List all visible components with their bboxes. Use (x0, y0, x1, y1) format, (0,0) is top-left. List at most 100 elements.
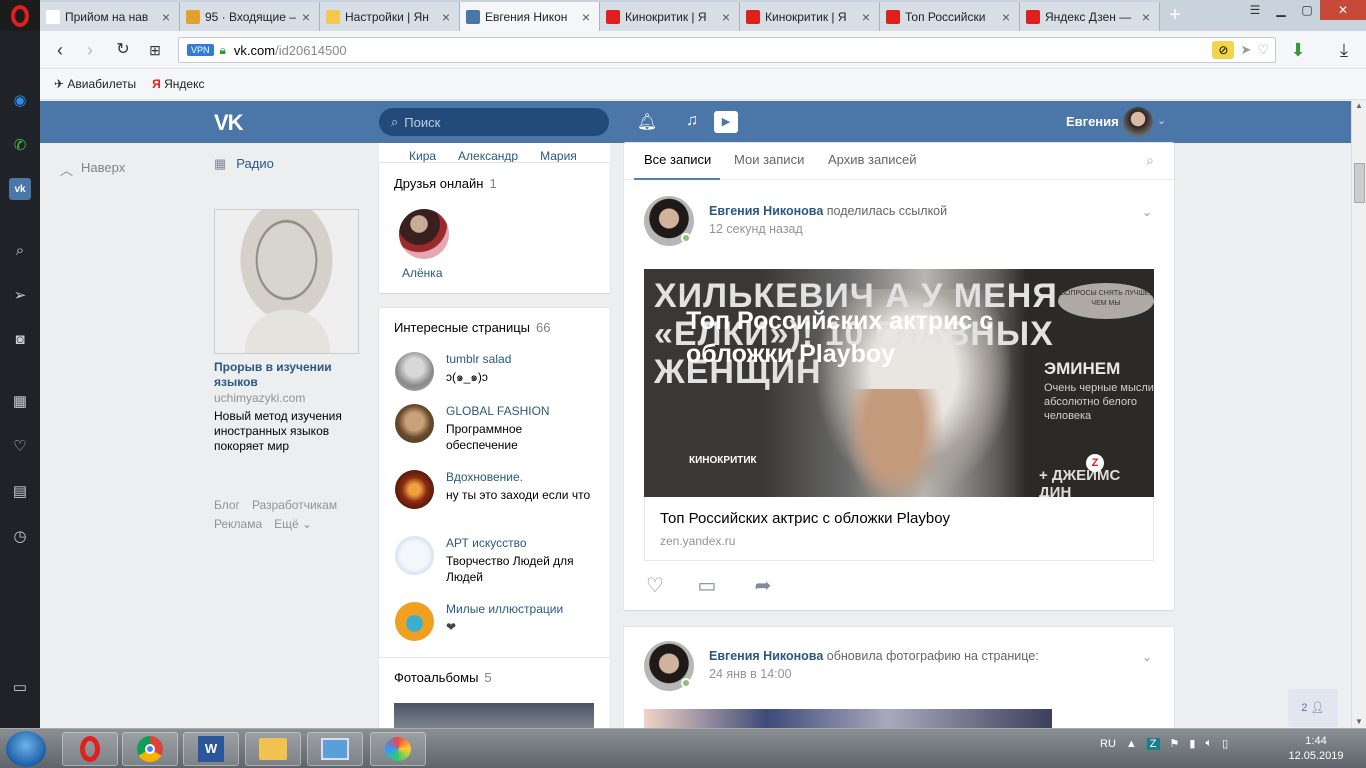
send-icon[interactable]: ➢ (9, 284, 31, 306)
notifications-bell-icon[interactable]: 🔔︎ (636, 112, 658, 134)
close-tab-icon[interactable]: × (299, 9, 313, 25)
vk-search-input[interactable]: ⌕ Поиск (379, 108, 609, 136)
page-scrollbar[interactable]: ▲ ▼ (1351, 101, 1366, 728)
wall-search-icon[interactable]: ⌕ (1146, 152, 1154, 169)
link-preview-image[interactable]: ХИЛЬКЕВИЧ А У МЕНЯ «ЕЛКИ»)! 10 ГЛАВНЫХ Ж… (644, 269, 1154, 497)
page-name[interactable]: GLOBAL FASHION (446, 404, 550, 418)
url-field[interactable]: VPN 🔒︎ vk.com /id20614500 ⊘ ➤ ♡ (178, 37, 1276, 63)
browser-tab[interactable]: Прийом на нав × (40, 2, 180, 31)
taskbar-explorer-icon[interactable] (245, 732, 301, 766)
page-item[interactable]: GLOBAL FASHION Программное обеспечение (395, 404, 605, 454)
search-icon[interactable]: ⌕ (9, 239, 31, 261)
ad-title[interactable]: Прорыв в изучении языков (214, 360, 360, 390)
news-icon[interactable]: ▤ (9, 480, 31, 502)
post-time[interactable]: 12 секунд назад (709, 222, 803, 236)
friend-name-link[interactable]: Мария (540, 149, 577, 163)
tray-expand-icon[interactable]: ▲ (1126, 738, 1137, 750)
apps-grid-icon[interactable]: ▦ (9, 390, 31, 412)
page-name[interactable]: Милые иллюстрации (446, 602, 563, 616)
page-item[interactable]: Милые иллюстрации ❤ (395, 602, 605, 652)
page-name[interactable]: Вдохновение. (446, 470, 523, 484)
whatsapp-icon[interactable]: ✆ (9, 134, 31, 156)
signal-icon[interactable]: ▮ (1189, 737, 1195, 750)
share-icon[interactable]: ➦ (750, 573, 776, 599)
reload-button[interactable]: ↻ (113, 40, 133, 60)
friend-avatar[interactable] (399, 209, 449, 259)
new-tab-button[interactable]: + (1164, 4, 1186, 26)
minimize-button[interactable]: ▁ (1268, 0, 1294, 20)
adblock-icon[interactable]: ⊘ (1212, 41, 1235, 59)
close-tab-icon[interactable]: × (439, 9, 453, 25)
video-play-icon[interactable]: ▶ (714, 111, 738, 133)
send-icon[interactable]: ➤ (1240, 42, 1251, 58)
close-tab-icon[interactable]: × (719, 9, 733, 25)
close-tab-icon[interactable]: × (859, 9, 873, 25)
close-tab-icon[interactable]: × (999, 9, 1013, 25)
post-menu-chevron-icon[interactable]: ⌄ (1142, 650, 1152, 664)
browser-tab[interactable]: Евгения Никон × (460, 2, 600, 31)
footer-link-developers[interactable]: Разработчикам (252, 498, 337, 512)
opera-menu-button[interactable] (0, 0, 40, 31)
page-item[interactable]: tumblr salad ↄ(๑ ̲ ๑)ↄ (395, 352, 605, 402)
footer-link-blog[interactable]: Блог (214, 498, 240, 512)
taskbar-word-icon[interactable]: W (183, 732, 239, 766)
page-avatar[interactable] (395, 352, 434, 391)
speed-dial-button[interactable]: ⊞ (145, 40, 165, 60)
forward-button[interactable]: › (80, 40, 100, 60)
volume-icon[interactable]: 🔈︎ (1205, 737, 1212, 750)
like-heart-icon[interactable]: ♡ (642, 573, 668, 599)
scroll-down-arrow[interactable]: ▼ (1352, 717, 1366, 726)
post-time[interactable]: 24 янв в 14:00 (709, 667, 792, 681)
photos-title[interactable]: Фотоальбомы 5 (394, 670, 492, 685)
page-avatar[interactable] (395, 470, 434, 509)
page-avatar[interactable] (395, 404, 434, 443)
menu-icon[interactable]: ☰ (1242, 0, 1268, 20)
download-extension-icon[interactable]: ⬇ (1288, 40, 1308, 60)
maximize-button[interactable]: ▢ (1294, 0, 1320, 20)
heart-icon[interactable]: ♡ (9, 435, 31, 457)
bookmark-aviabilety[interactable]: ✈︎ Авиабилеты (54, 77, 136, 91)
close-window-button[interactable]: ✕ (1320, 0, 1366, 20)
page-avatar[interactable] (395, 536, 434, 575)
bookmark-yandex[interactable]: Я Яндекс (152, 77, 204, 91)
downloads-icon[interactable]: ⤓ (1334, 40, 1354, 60)
header-user-name[interactable]: Евгения (1066, 114, 1119, 129)
page-avatar[interactable] (395, 602, 434, 641)
friends-online-badge[interactable]: 2 👤︎ (1288, 689, 1338, 727)
start-button[interactable] (6, 731, 46, 767)
vk-icon[interactable]: vk (9, 178, 31, 200)
browser-tab[interactable]: Настройки | Ян × (320, 2, 460, 31)
sidebar-toggle-icon[interactable]: ▭ (9, 676, 31, 698)
ad-image[interactable] (214, 209, 359, 354)
taskbar-opera-icon[interactable] (62, 732, 118, 766)
post-menu-chevron-icon[interactable]: ⌄ (1142, 205, 1152, 219)
browser-tab[interactable]: Яндекс Дзен — × (1020, 2, 1160, 31)
close-tab-icon[interactable]: × (579, 9, 593, 25)
language-indicator[interactable]: RU (1100, 738, 1116, 750)
vpn-badge[interactable]: VPN (187, 44, 214, 56)
lock-icon[interactable]: 🔒︎ (220, 43, 226, 58)
heart-bookmark-icon[interactable]: ♡ (1257, 42, 1269, 58)
page-item[interactable]: АРТ искусство Творчество Людей для Людей (395, 536, 605, 586)
ad-block[interactable]: Прорыв в изучении языков uchimyazyki.com… (214, 209, 360, 454)
close-tab-icon[interactable]: × (1139, 9, 1153, 25)
friend-name[interactable]: Алёнка (402, 266, 443, 280)
tab-archive[interactable]: Архив записей (828, 152, 917, 167)
browser-tab[interactable]: Топ Российски × (880, 2, 1020, 31)
friend-name-link[interactable]: Александр (458, 149, 518, 163)
pages-title[interactable]: Интересные страницы 66 (394, 320, 551, 335)
friends-online-title[interactable]: Друзья онлайн 1 (394, 176, 497, 191)
flag-icon[interactable]: ⚑ (1170, 737, 1180, 750)
link-snippet[interactable]: Топ Российских актрис с обложки Playboy … (644, 497, 1154, 561)
footer-link-ads[interactable]: Реклама (214, 517, 262, 531)
tab-my-posts[interactable]: Мои записи (734, 152, 804, 167)
taskbar-chrome-icon[interactable] (122, 732, 178, 766)
page-name[interactable]: АРТ искусство (446, 536, 527, 550)
history-icon[interactable]: ◷ (9, 525, 31, 547)
tab-all-posts[interactable]: Все записи (644, 152, 711, 167)
browser-tab[interactable]: Кинокритик | Я × (600, 2, 740, 31)
music-icon[interactable]: ♫ (681, 112, 703, 134)
taskbar-paint-icon[interactable] (370, 732, 426, 766)
page-name[interactable]: tumblr salad (446, 352, 511, 366)
footer-link-more[interactable]: Ещё ⌄ (274, 517, 312, 531)
